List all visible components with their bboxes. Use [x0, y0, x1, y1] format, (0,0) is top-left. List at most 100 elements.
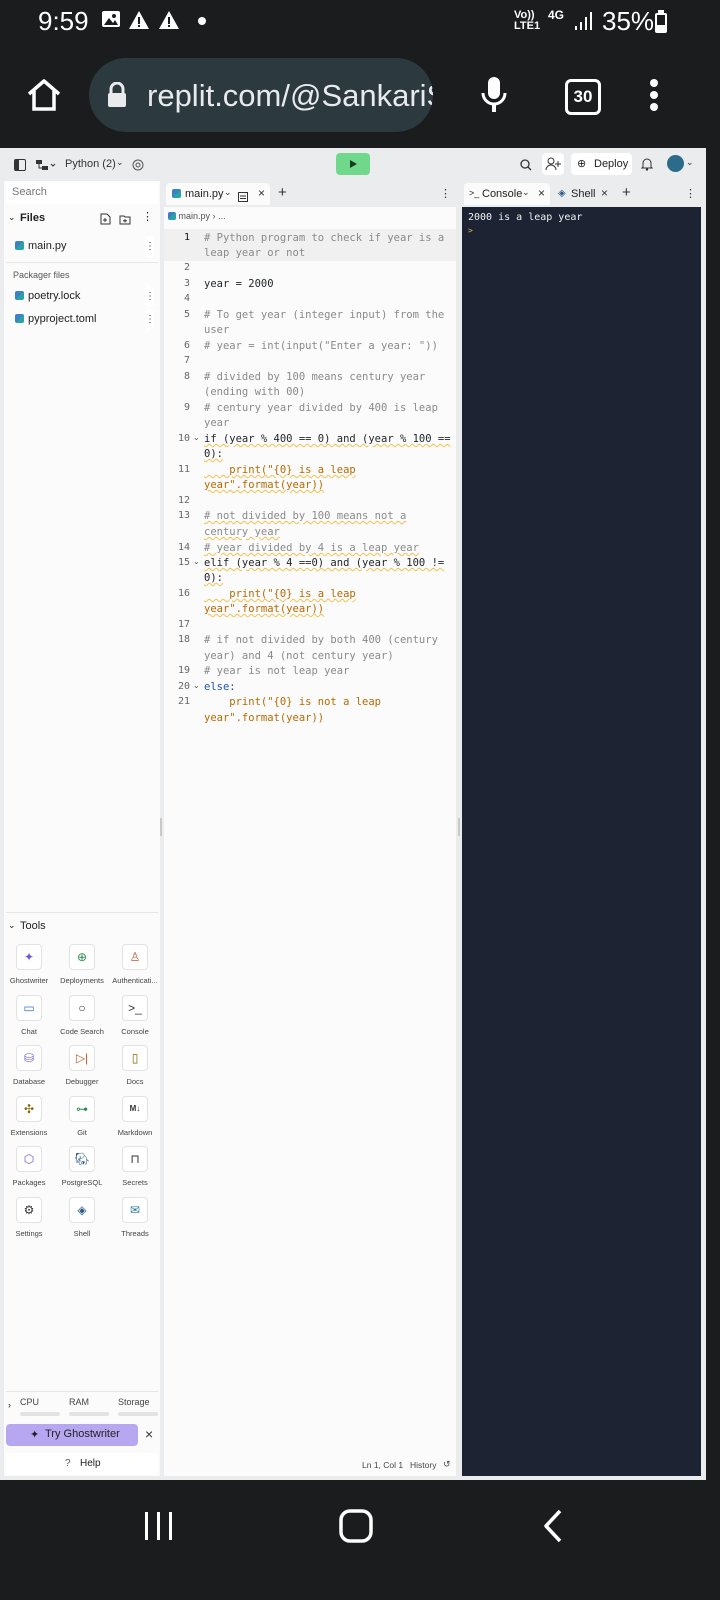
- tool-extensions[interactable]: ✣ Extensions: [3, 1096, 55, 1137]
- new-file-icon[interactable]: [100, 212, 111, 230]
- resize-handle[interactable]: [160, 818, 162, 836]
- chevron-down-icon[interactable]: ⌄: [8, 920, 16, 931]
- search-input[interactable]: Search: [6, 181, 158, 204]
- tool-deployments[interactable]: ⊕ Deployments: [56, 944, 108, 985]
- tab-main-py[interactable]: main.py ⌄ ×: [166, 183, 270, 205]
- file-row[interactable]: pyproject.toml ⋮: [6, 309, 158, 330]
- chevron-down-icon[interactable]: ⌄: [116, 157, 124, 168]
- code-line[interactable]: # if not divided by both 400 (century: [204, 633, 438, 649]
- microphone-icon[interactable]: [480, 75, 508, 120]
- try-ghostwriter-button[interactable]: ✦ Try Ghostwriter: [6, 1424, 138, 1446]
- fold-chevron-icon[interactable]: ⌄: [193, 681, 200, 690]
- tool-shell[interactable]: ◈ Shell: [56, 1197, 108, 1238]
- tools-heading[interactable]: Tools: [20, 920, 46, 932]
- chevron-down-icon[interactable]: ⌄: [686, 157, 694, 168]
- code-line[interactable]: 0):: [204, 571, 223, 587]
- invite-button[interactable]: [542, 153, 564, 175]
- back-icon[interactable]: [540, 1508, 566, 1549]
- code-line[interactable]: century year: [204, 525, 280, 541]
- tab-console[interactable]: >_ Console ⌄ ×: [464, 183, 550, 205]
- code-line[interactable]: else:: [204, 680, 236, 696]
- help-button[interactable]: ? Help: [6, 1453, 158, 1475]
- code-line[interactable]: # year = int(input("Enter a year: ")): [204, 339, 438, 355]
- home-nav-icon[interactable]: [338, 1508, 374, 1549]
- tab-count-button[interactable]: 30: [565, 79, 601, 115]
- history-icon[interactable]: ↺: [443, 1459, 451, 1470]
- code-line[interactable]: # century year divided by 400 is leap: [204, 401, 438, 417]
- tool-postgresql[interactable]: 🐘︎ PostgreSQL: [56, 1146, 108, 1187]
- tool-secrets[interactable]: ⊓ Secrets: [109, 1146, 161, 1187]
- code-line[interactable]: # Python program to check if year is a: [204, 231, 444, 247]
- code-line[interactable]: print("{0} is a leap: [204, 463, 355, 479]
- code-line[interactable]: (ending with 00): [204, 385, 305, 401]
- editor-menu-icon[interactable]: ⋮: [440, 187, 451, 200]
- bell-icon[interactable]: [640, 157, 654, 176]
- code-line[interactable]: print("{0} is not a leap: [204, 695, 381, 711]
- run-button[interactable]: [336, 153, 370, 175]
- code-line[interactable]: 0):: [204, 447, 223, 463]
- url-bar[interactable]: replit.com/@SankariS: [89, 58, 433, 132]
- resize-handle[interactable]: [458, 818, 460, 836]
- code-line[interactable]: # not divided by 100 means not a: [204, 509, 406, 525]
- file-menu-icon[interactable]: ⋮: [145, 309, 155, 330]
- code-line[interactable]: print("{0} is a leap: [204, 587, 355, 603]
- chevron-down-icon[interactable]: ⌄: [8, 212, 16, 223]
- privacy-icon[interactable]: [132, 158, 144, 176]
- chevron-down-icon[interactable]: ⌄: [224, 187, 232, 198]
- cursor-position[interactable]: Ln 1, Col 1: [362, 1460, 403, 1470]
- code-line[interactable]: # To get year (integer input) from the: [204, 308, 444, 324]
- tool-debugger[interactable]: ▷| Debugger: [56, 1045, 108, 1086]
- files-heading[interactable]: Files: [20, 212, 45, 224]
- close-icon[interactable]: ×: [145, 1426, 153, 1442]
- recent-apps-icon[interactable]: [143, 1510, 175, 1547]
- tool-git[interactable]: ⊶ Git: [56, 1096, 108, 1137]
- file-row[interactable]: main.py ⋮: [6, 236, 158, 257]
- avatar[interactable]: [667, 155, 684, 172]
- console-prompt[interactable]: >: [468, 226, 473, 235]
- tool-database[interactable]: ⛁ Database: [3, 1045, 55, 1086]
- tool-console[interactable]: >_ Console: [109, 995, 161, 1036]
- tool-settings[interactable]: ⚙ Settings: [3, 1197, 55, 1238]
- chevron-right-icon[interactable]: ›: [8, 1400, 11, 1410]
- file-menu-icon[interactable]: ⋮: [145, 236, 155, 257]
- code-line[interactable]: year) and 4 (not century year): [204, 649, 394, 665]
- history-button[interactable]: History: [410, 1460, 436, 1470]
- tool-code-search[interactable]: ○ Code Search: [56, 995, 108, 1036]
- project-name[interactable]: Python (2): [65, 158, 116, 170]
- project-icon[interactable]: [36, 158, 56, 176]
- tool-markdown[interactable]: M↓ Markdown: [109, 1096, 161, 1137]
- tool-authentication[interactable]: ♙ Authenticati...: [109, 944, 161, 985]
- new-tab-icon[interactable]: +: [278, 184, 287, 201]
- code-line[interactable]: if (year % 400 == 0) and (year % 100 ==: [204, 432, 451, 448]
- search-icon[interactable]: [520, 158, 532, 176]
- code-line[interactable]: year: [204, 416, 229, 432]
- code-line[interactable]: leap year or not: [204, 246, 305, 262]
- tool-ghostwriter[interactable]: ✦ Ghostwriter: [3, 944, 55, 985]
- tool-packages[interactable]: ⬡ Packages: [3, 1146, 55, 1187]
- code-line[interactable]: # year is not leap year: [204, 664, 349, 680]
- file-menu-icon[interactable]: ⋮: [145, 286, 155, 307]
- code-line[interactable]: year".format(year)): [204, 602, 324, 618]
- tab-shell[interactable]: ◈ Shell ×: [557, 183, 617, 205]
- code-line[interactable]: year".format(year)): [204, 711, 324, 727]
- fold-chevron-icon[interactable]: ⌄: [193, 433, 200, 442]
- tool-threads[interactable]: ✉ Threads: [109, 1197, 161, 1238]
- code-line[interactable]: elif (year % 4 ==0) and (year % 100 !=: [204, 556, 444, 572]
- fold-chevron-icon[interactable]: ⌄: [193, 557, 200, 566]
- file-row[interactable]: poetry.lock ⋮: [6, 286, 158, 307]
- code-line[interactable]: year = 2000: [204, 277, 274, 293]
- close-tab-icon[interactable]: ×: [258, 186, 265, 200]
- new-folder-icon[interactable]: [119, 212, 131, 230]
- code-line[interactable]: year".format(year)): [204, 478, 324, 494]
- breadcrumb-more[interactable]: ...: [218, 211, 226, 221]
- chevron-down-icon[interactable]: ⌄: [522, 187, 530, 198]
- close-tab-icon[interactable]: ×: [538, 186, 545, 200]
- breadcrumb-file[interactable]: main.py: [179, 211, 211, 221]
- tool-chat[interactable]: ▭ Chat: [3, 995, 55, 1036]
- home-icon[interactable]: [26, 78, 62, 117]
- new-tab-icon[interactable]: +: [622, 184, 631, 201]
- code-line[interactable]: user: [204, 323, 229, 339]
- close-tab-icon[interactable]: ×: [601, 186, 608, 200]
- files-menu-icon[interactable]: ⋮: [142, 210, 153, 223]
- console-menu-icon[interactable]: ⋮: [685, 187, 696, 200]
